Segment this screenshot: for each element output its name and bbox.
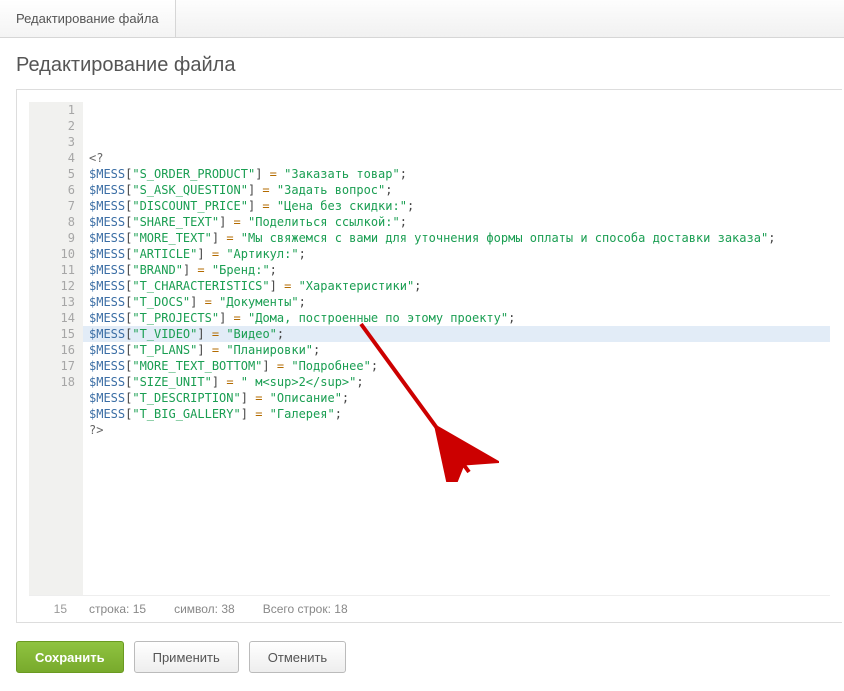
editor-statusbar: 15 строка: 15 символ: 38 Всего строк: 18: [17, 596, 842, 622]
cancel-button[interactable]: Отменить: [249, 641, 346, 673]
editor-gutter: 123456789101112131415161718: [29, 102, 83, 595]
code-line[interactable]: <?: [89, 150, 824, 166]
code-line[interactable]: $MESS["MORE_TEXT_BOTTOM"] = "Подробнее";: [89, 358, 824, 374]
button-row: Сохранить Применить Отменить: [16, 641, 844, 673]
code-line[interactable]: $MESS["T_DESCRIPTION"] = "Описание";: [89, 390, 824, 406]
status-line: строка: 15: [89, 602, 146, 616]
status-col: символ: 38: [174, 602, 235, 616]
status-total: Всего строк: 18: [263, 602, 348, 616]
apply-button[interactable]: Применить: [134, 641, 239, 673]
editor-buffer[interactable]: <?$MESS["S_ORDER_PRODUCT"] = "Заказать т…: [83, 102, 830, 595]
editor-panel: 123456789101112131415161718 <?$MESS["S_O…: [16, 89, 842, 623]
code-line[interactable]: $MESS["S_ASK_QUESTION"] = "Задать вопрос…: [89, 182, 824, 198]
code-line[interactable]: $MESS["MORE_TEXT"] = "Мы свяжемся с вами…: [89, 230, 824, 246]
code-editor[interactable]: 123456789101112131415161718 <?$MESS["S_O…: [29, 102, 830, 596]
code-line[interactable]: $MESS["ARTICLE"] = "Артикул:";: [89, 246, 824, 262]
status-current-line-box: 15: [21, 602, 75, 616]
code-line[interactable]: $MESS["DISCOUNT_PRICE"] = "Цена без скид…: [89, 198, 824, 214]
code-line[interactable]: $MESS["T_PLANS"] = "Планировки";: [89, 342, 824, 358]
code-line[interactable]: $MESS["BRAND"] = "Бренд:";: [89, 262, 824, 278]
save-button[interactable]: Сохранить: [16, 641, 124, 673]
tab-bar: Редактирование файла: [0, 0, 844, 38]
code-line[interactable]: $MESS["T_DOCS"] = "Документы";: [89, 294, 824, 310]
code-line[interactable]: $MESS["SHARE_TEXT"] = "Поделиться ссылко…: [89, 214, 824, 230]
code-line[interactable]: ?>: [89, 422, 824, 438]
code-line[interactable]: $MESS["T_PROJECTS"] = "Дома, построенные…: [89, 310, 824, 326]
tab-label: Редактирование файла: [16, 11, 159, 26]
code-line[interactable]: $MESS["S_ORDER_PRODUCT"] = "Заказать тов…: [89, 166, 824, 182]
code-line[interactable]: $MESS["T_BIG_GALLERY"] = "Галерея";: [89, 406, 824, 422]
code-line[interactable]: $MESS["SIZE_UNIT"] = " м<sup>2</sup>";: [89, 374, 824, 390]
page-title: Редактирование файла: [16, 54, 844, 77]
tab-file-edit[interactable]: Редактирование файла: [0, 0, 176, 37]
code-line[interactable]: $MESS["T_CHARACTERISTICS"] = "Характерис…: [89, 278, 824, 294]
